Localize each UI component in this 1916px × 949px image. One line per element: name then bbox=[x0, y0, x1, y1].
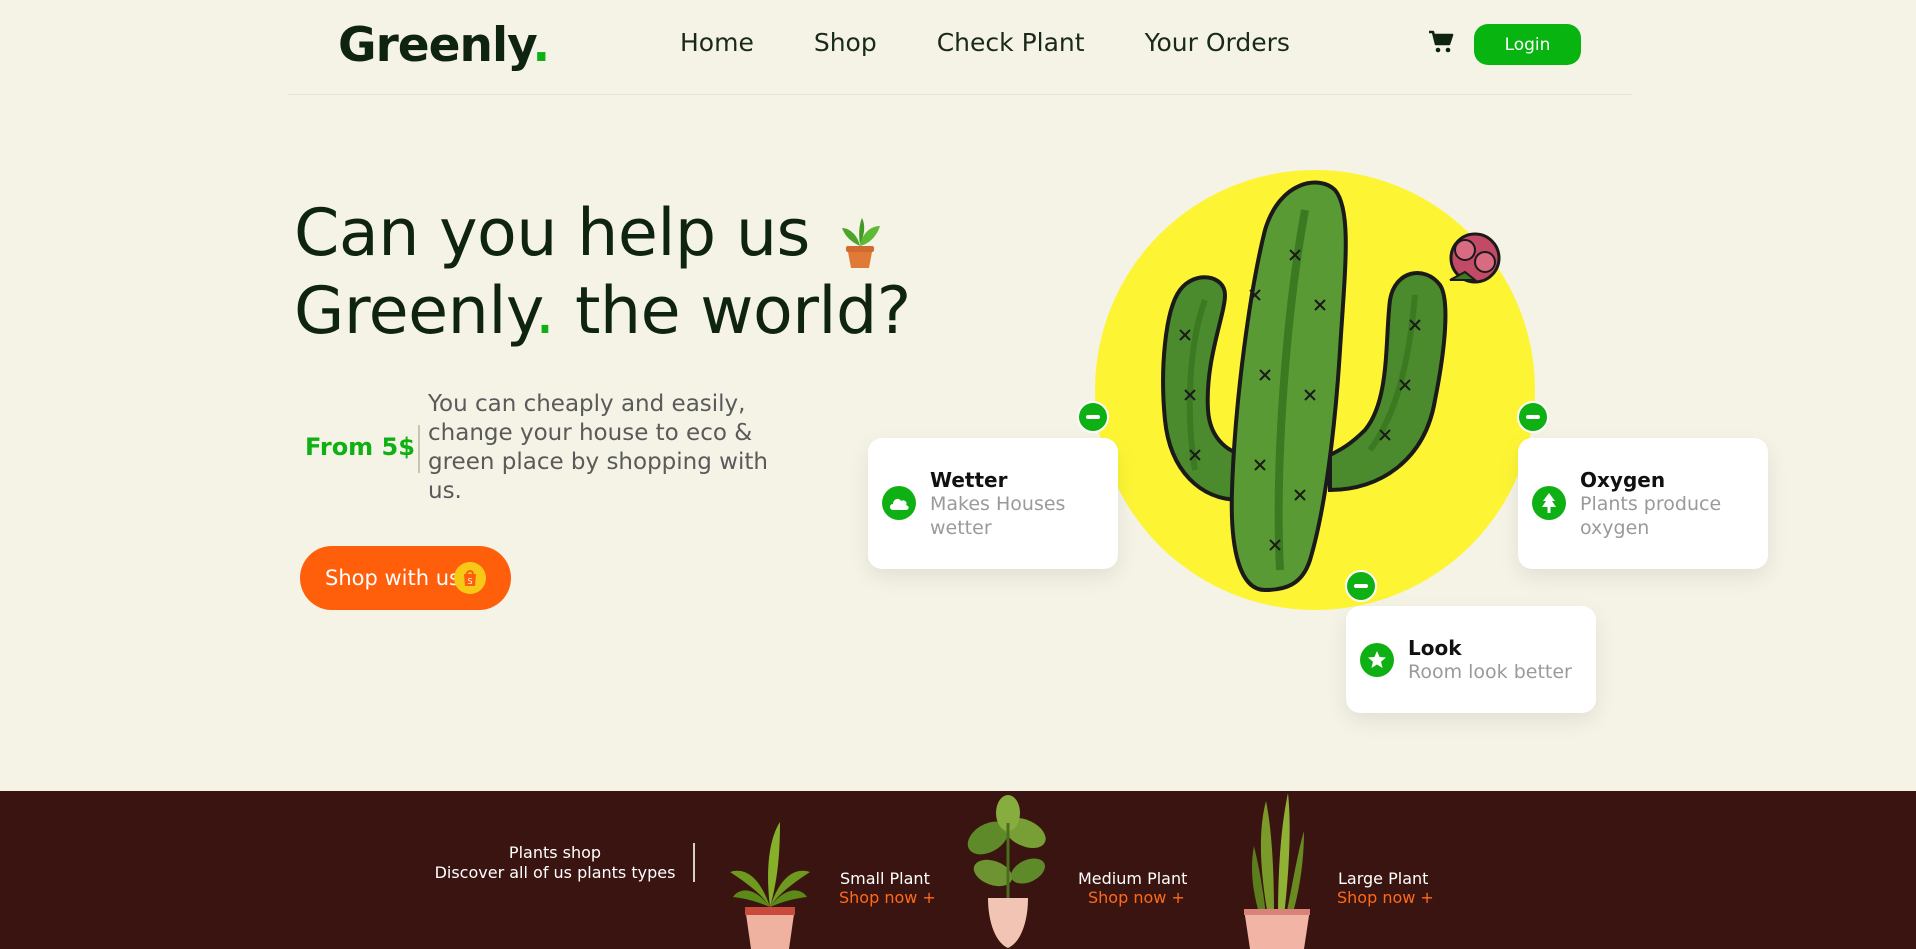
cactus-flower bbox=[1449, 232, 1501, 284]
cactus-illustration bbox=[1090, 170, 1540, 610]
headline-line-1-text: Can you help us bbox=[294, 196, 810, 271]
potted-plant-icon bbox=[836, 210, 884, 268]
headline-line-2-rest: the world? bbox=[554, 274, 911, 349]
category-name-medium: Medium Plant bbox=[1078, 869, 1188, 888]
nav-your-orders[interactable]: Your Orders bbox=[1145, 28, 1290, 57]
tree-icon bbox=[1532, 486, 1566, 520]
headline-dot: . bbox=[534, 274, 556, 349]
header: Greenly. Home Shop Check Plant Your Orde… bbox=[288, 0, 1632, 95]
plants-shop-heading: Plants shop bbox=[508, 843, 602, 862]
logo-dot: . bbox=[532, 18, 550, 73]
shop-with-us-label: Shop with us bbox=[325, 566, 460, 590]
feature-title: Oxygen bbox=[1580, 468, 1666, 492]
feature-card-oxygen: Oxygen Plants produce oxygen bbox=[1518, 438, 1768, 569]
nav-check-plant[interactable]: Check Plant bbox=[937, 28, 1085, 57]
medium-plant-image[interactable] bbox=[963, 793, 1053, 949]
hero-description: You can cheaply and easily, change your … bbox=[428, 391, 768, 504]
headline-brand: Greenly bbox=[294, 274, 535, 349]
headline-line-1: Can you help us bbox=[294, 195, 911, 273]
feature-title: Look bbox=[1408, 636, 1462, 660]
cart-icon[interactable] bbox=[1428, 30, 1454, 54]
plants-shop-intro: Plants shop Discover all of us plants ty… bbox=[420, 843, 690, 883]
feature-subtitle: Makes Houses wetter bbox=[930, 493, 1066, 539]
logo[interactable]: Greenly. bbox=[338, 18, 550, 73]
collapse-oxygen-button[interactable] bbox=[1517, 401, 1549, 433]
nav-shop[interactable]: Shop bbox=[814, 28, 877, 57]
shop-now-medium-link[interactable]: Shop now + bbox=[1088, 888, 1185, 907]
main-nav: Home Shop Check Plant Your Orders bbox=[680, 28, 1350, 57]
feature-subtitle: Room look better bbox=[1408, 661, 1572, 683]
shop-now-small-link[interactable]: Shop now + bbox=[839, 888, 936, 907]
category-name-small: Small Plant bbox=[840, 869, 930, 888]
logo-text: Greenly bbox=[338, 18, 533, 73]
feature-card-look: Look Room look better bbox=[1346, 606, 1596, 713]
svg-text:S: S bbox=[467, 577, 472, 586]
price-divider bbox=[418, 425, 420, 473]
cloud-icon bbox=[882, 486, 916, 520]
plants-shop-subheading: Discover all of us plants types bbox=[434, 863, 676, 882]
headline-line-2: Greenly. the world? bbox=[294, 273, 911, 351]
category-name-large: Large Plant bbox=[1338, 869, 1429, 888]
feature-subtitle: Plants produce oxygen bbox=[1580, 493, 1722, 539]
feature-card-wetter: Wetter Makes Houses wetter bbox=[868, 438, 1118, 569]
login-button[interactable]: Login bbox=[1474, 24, 1581, 65]
small-plant-image[interactable] bbox=[725, 817, 815, 949]
band-divider bbox=[693, 843, 695, 882]
star-icon bbox=[1360, 643, 1394, 677]
collapse-wetter-button[interactable] bbox=[1077, 401, 1109, 433]
collapse-look-button[interactable] bbox=[1345, 570, 1377, 602]
nav-home[interactable]: Home bbox=[680, 28, 754, 57]
hero-headline: Can you help us Greenly. the world? bbox=[294, 195, 911, 351]
shop-with-us-button[interactable]: Shop with us S bbox=[300, 546, 511, 610]
large-plant-image[interactable] bbox=[1238, 791, 1318, 949]
shopping-bag-icon: S bbox=[454, 562, 486, 594]
shop-now-large-link[interactable]: Shop now + bbox=[1337, 888, 1434, 907]
price-tag: From 5$ bbox=[305, 433, 415, 461]
feature-title: Wetter bbox=[930, 468, 1008, 492]
plants-shop-band: Plants shop Discover all of us plants ty… bbox=[0, 791, 1916, 949]
